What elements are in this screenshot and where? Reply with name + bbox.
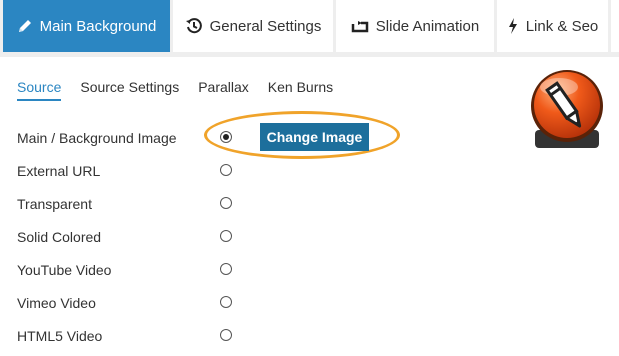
option-label: Main / Background Image (17, 130, 177, 146)
source-option-html5-video: HTML5 Video (17, 326, 317, 346)
tab-bar: Main Background General Settings Slide A… (0, 0, 619, 57)
pencil-icon (18, 20, 31, 32)
tab-label: Main Background (39, 17, 157, 35)
option-label: Vimeo Video (17, 295, 96, 311)
tab-slide-animation[interactable]: Slide Animation (336, 0, 494, 52)
subtab-source[interactable]: Source (17, 79, 62, 101)
option-label: Transparent (17, 196, 92, 212)
source-subtabs: Source Source Settings Parallax Ken Burn… (17, 79, 352, 101)
loop-icon (351, 21, 369, 33)
tab-label: General Settings (209, 17, 322, 35)
option-label: Solid Colored (17, 229, 102, 245)
bolt-icon (508, 18, 517, 34)
tab-label: Link & Seo (525, 17, 599, 35)
option-radio[interactable] (220, 230, 232, 242)
source-option-transparent: Transparent (17, 194, 317, 214)
tab-label: Slide Animation (375, 17, 480, 35)
tab-overflow (611, 0, 619, 52)
pencil-logo-icon (531, 70, 603, 148)
source-option-solid-colored: Solid Colored (17, 227, 317, 247)
tab-general-settings[interactable]: General Settings (173, 0, 333, 52)
source-option-youtube-video: YouTube Video (17, 260, 317, 280)
option-radio[interactable] (220, 164, 232, 176)
change-image-button[interactable]: Change Image (260, 123, 369, 151)
option-label: YouTube Video (17, 262, 112, 278)
history-icon (185, 18, 202, 34)
subtab-ken-burns[interactable]: Ken Burns (268, 79, 333, 101)
tab-main-background[interactable]: Main Background (3, 0, 170, 52)
tab-link-seo[interactable]: Link & Seo (497, 0, 608, 52)
option-radio[interactable] (220, 197, 232, 209)
subtab-source-settings[interactable]: Source Settings (80, 79, 179, 101)
option-radio[interactable] (220, 329, 232, 341)
source-option-vimeo-video: Vimeo Video (17, 293, 317, 313)
option-radio[interactable] (220, 296, 232, 308)
option-radio[interactable] (220, 263, 232, 275)
subtab-parallax[interactable]: Parallax (198, 79, 249, 101)
option-label: HTML5 Video (17, 328, 103, 344)
source-option-external-url: External URL (17, 161, 317, 181)
option-label: External URL (17, 163, 101, 179)
